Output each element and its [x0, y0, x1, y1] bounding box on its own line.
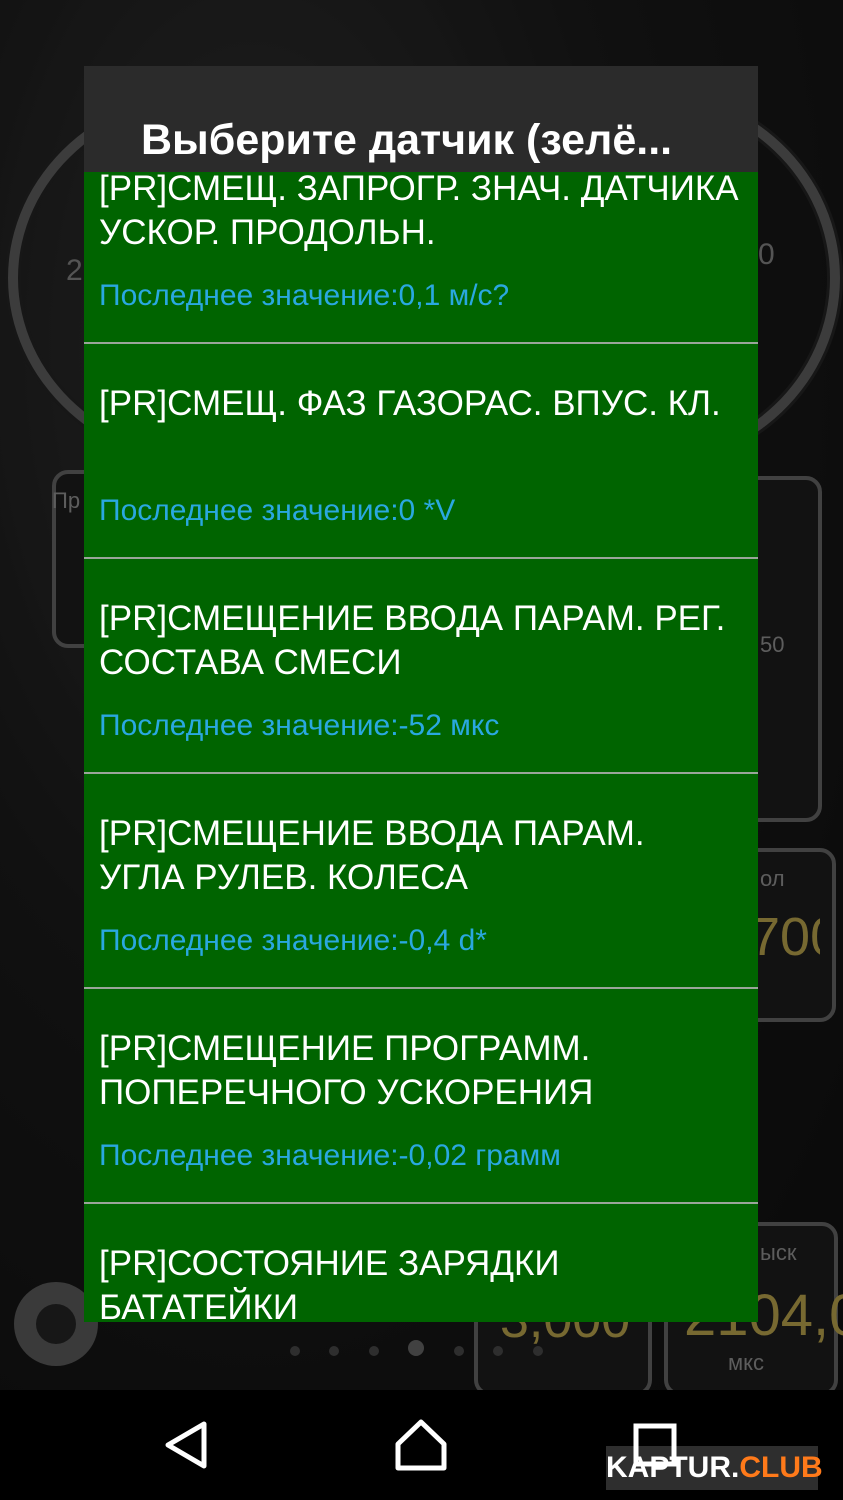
- dialog-header: Выберите датчик (зелё...: [84, 66, 758, 172]
- sensor-item[interactable]: [PR]СМЕЩЕНИЕ ВВОДА ПАРАМ. УГЛА РУЛЕВ. КО…: [84, 774, 758, 989]
- sensor-name: [PR]СМЕЩЕНИЕ ВВОДА ПАРАМ. УГЛА РУЛЕВ. КО…: [99, 814, 645, 897]
- sensor-list[interactable]: [PR]СМЕЩ. ЗАПРОГР. ЗНАЧ. ДАТЧИКА УСКОР. …: [84, 172, 758, 1322]
- sensor-item[interactable]: [PR]СМЕЩ. ЗАПРОГР. ЗНАЧ. ДАТЧИКА УСКОР. …: [84, 172, 758, 344]
- watermark-text: KAPTUR.: [606, 1451, 740, 1484]
- sensor-name: [PR]СМЕЩ. ЗАПРОГР. ЗНАЧ. ДАТЧИКА УСКОР. …: [99, 172, 739, 252]
- sensor-name: [PR]СМЕЩЕНИЕ ПРОГРАММ. ПОПЕРЕЧНОГО УСКОР…: [99, 1029, 594, 1112]
- watermark-accent: CLUB: [739, 1451, 823, 1484]
- sensor-last-value: Последнее значение:-52 мкс: [99, 709, 500, 742]
- home-icon[interactable]: [386, 1410, 456, 1480]
- sensor-last-value: Последнее значение:-0,4 d*: [99, 924, 487, 957]
- sensor-name: [PR]СОСТОЯНИЕ ЗАРЯДКИ БАТАТЕЙКИ: [99, 1244, 560, 1322]
- watermark-logo: KAPTUR.CLUB: [606, 1446, 823, 1490]
- sensor-last-value: Последнее значение:0,1 м/с?: [99, 279, 510, 312]
- dialog-title: Выберите датчик (зелё...: [141, 116, 673, 164]
- sensor-item[interactable]: [PR]СОСТОЯНИЕ ЗАРЯДКИ БАТАТЕЙКИ: [84, 1204, 758, 1322]
- sensor-item[interactable]: [PR]СМЕЩЕНИЕ ВВОДА ПАРАМ. РЕГ. СОСТАВА С…: [84, 559, 758, 774]
- sensor-last-value: Последнее значение:0 *V: [99, 494, 456, 527]
- sensor-name: [PR]СМЕЩЕНИЕ ВВОДА ПАРАМ. РЕГ. СОСТАВА С…: [99, 599, 726, 682]
- sensor-last-value: Последнее значение:-0,02 грамм: [99, 1139, 561, 1172]
- sensor-item[interactable]: [PR]СМЕЩЕНИЕ ПРОГРАММ. ПОПЕРЕЧНОГО УСКОР…: [84, 989, 758, 1204]
- back-triangle-icon[interactable]: [152, 1410, 222, 1480]
- sensor-name: [PR]СМЕЩ. ФАЗ ГАЗОРАС. ВПУС. КЛ.: [99, 384, 721, 423]
- sensor-item[interactable]: [PR]СМЕЩ. ФАЗ ГАЗОРАС. ВПУС. КЛ. Последн…: [84, 344, 758, 559]
- sensor-picker-dialog: Выберите датчик (зелё... [PR]СМЕЩ. ЗАПРО…: [84, 66, 758, 1322]
